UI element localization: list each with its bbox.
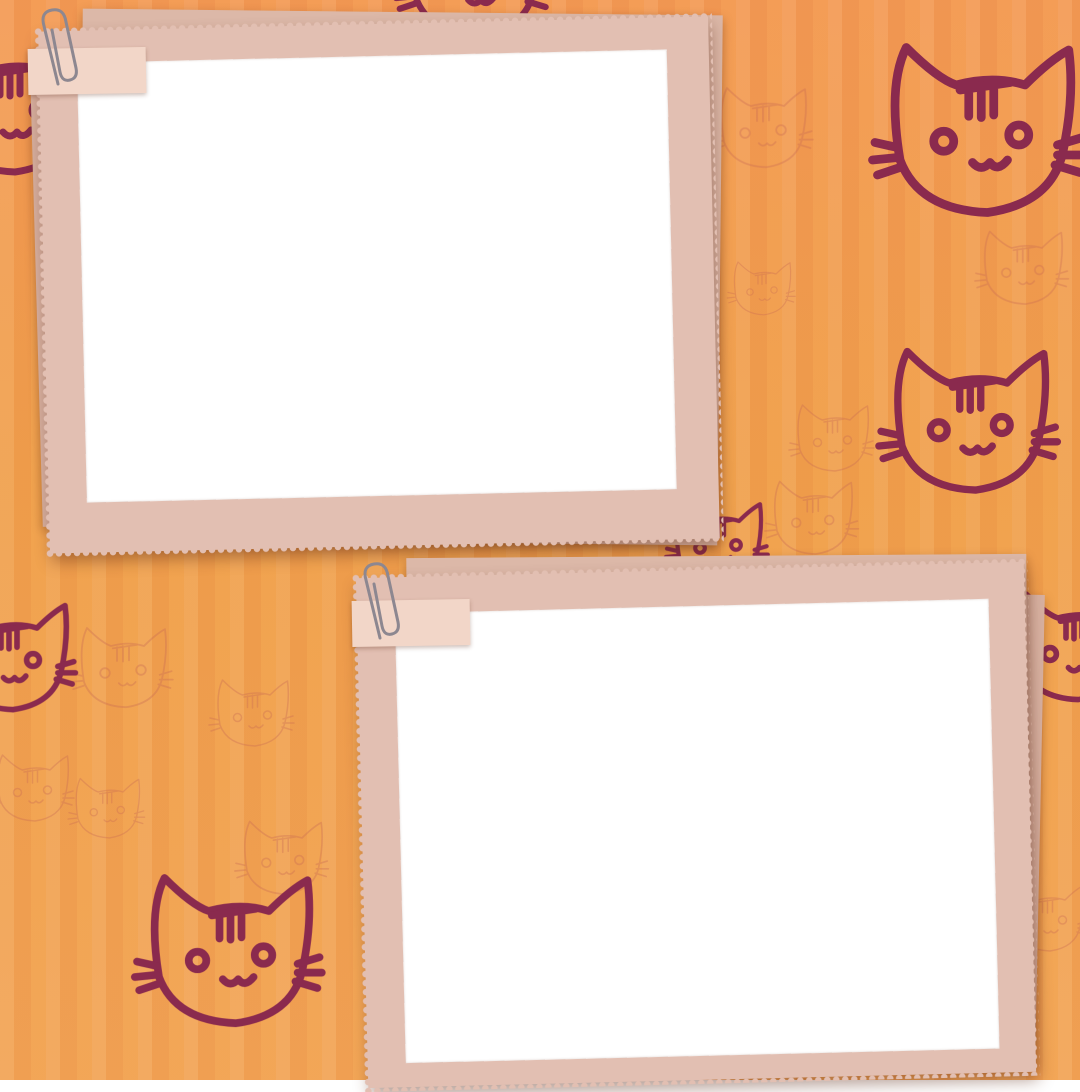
photo-frame-border	[38, 16, 720, 553]
faded-cat-icon	[711, 88, 813, 167]
faded-cat-icon	[727, 262, 795, 315]
faded-cat-icon	[209, 680, 294, 746]
paperclip-icon	[352, 560, 408, 644]
cat-icon	[0, 604, 75, 710]
cat-icon	[873, 48, 1080, 213]
empty-photo-slot[interactable]	[395, 599, 1000, 1063]
faded-cat-icon	[789, 405, 874, 471]
faded-cat-icon	[68, 779, 145, 838]
faded-cat-icon	[71, 628, 173, 707]
faded-cat-icon	[235, 822, 329, 895]
faded-cat-icon	[0, 755, 74, 821]
paperclip-icon	[30, 6, 86, 90]
faded-cat-icon	[975, 232, 1069, 305]
cat-icon	[135, 878, 322, 1023]
cat-icon	[879, 352, 1058, 491]
faded-cat-icon	[765, 482, 859, 555]
empty-photo-slot[interactable]	[77, 49, 677, 502]
